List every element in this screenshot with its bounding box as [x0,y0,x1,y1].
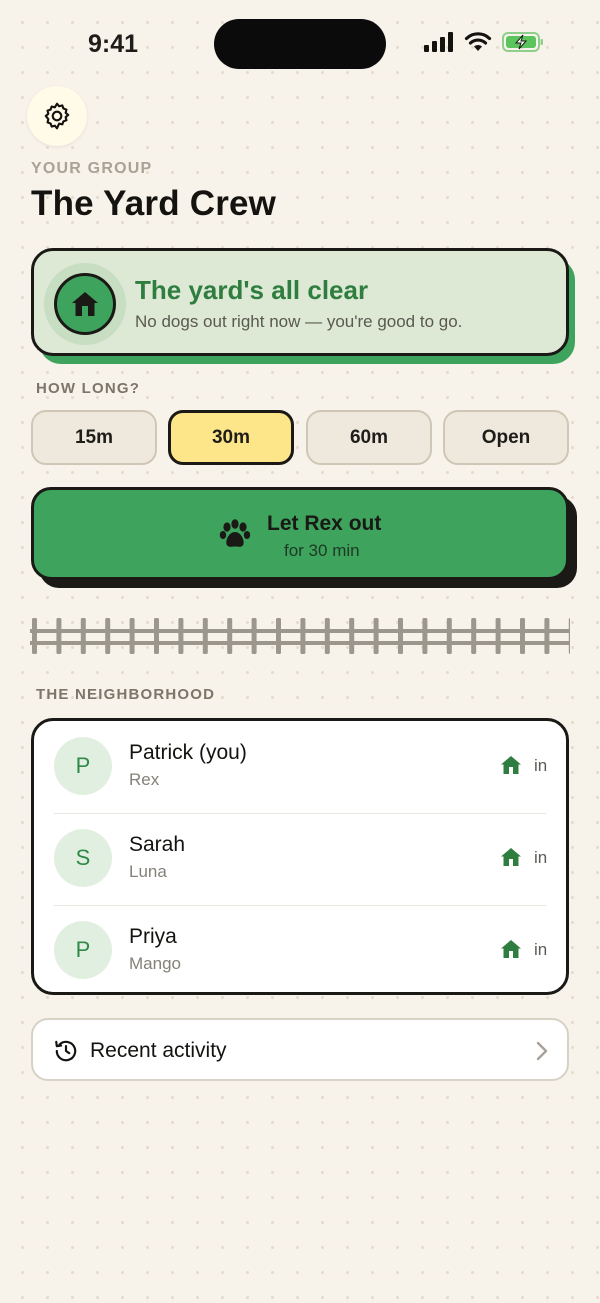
fence-picket [568,618,570,654]
status-subtitle: No dogs out right now — you're good to g… [135,312,463,331]
member-status: in [534,756,548,775]
avatar: P [54,737,112,795]
paw-icon [219,519,251,547]
neighborhood-list: P Patrick (you) Rex in S Sarah Luna in P… [31,718,569,995]
member-status: in [534,940,548,959]
fence-picket [398,618,403,654]
pet-name: Rex [129,770,160,789]
neighborhood-label: THE NEIGHBORHOOD [36,686,216,703]
house-icon [501,756,521,774]
fence-picket [105,618,111,654]
fence-picket [80,618,86,654]
pet-name: Luna [129,862,167,881]
fence-picket [300,618,306,654]
fence-picket [471,618,477,654]
cta-subtitle: for 30 min [284,541,360,560]
recent-activity-button[interactable]: Recent activity [31,1018,569,1081]
fence-picket [202,618,208,654]
list-item[interactable]: P Priya Mango in [34,905,566,992]
fence-picket [276,618,281,654]
signal-icon [424,32,453,52]
duration-option-15m[interactable]: 15m [31,410,157,465]
fence-picket [349,618,355,654]
status-title: The yard's all clear [135,275,369,305]
fence-picket [544,618,550,654]
group-title: The Yard Crew [31,184,277,223]
duration-option-open[interactable]: Open [443,410,569,465]
wifi-icon [464,32,492,51]
fence-picket [56,618,62,654]
house-icon [501,940,521,958]
member-name: Sarah [129,833,186,856]
fence-picket [32,618,37,654]
status-time: 9:41 [88,30,139,58]
house-icon [501,848,521,866]
let-dog-out-button[interactable]: Let Rex out for 30 min [31,487,569,580]
chevron-right-icon [536,1041,548,1061]
avatar: S [54,829,112,887]
fence-rail [30,641,570,645]
group-label: YOUR GROUP [31,160,153,177]
recent-activity-label: Recent activity [90,1039,227,1062]
fence-picket [227,618,233,654]
gear-icon [44,102,70,130]
status-icons [424,32,544,52]
member-name: Priya [129,925,177,948]
fence-rail [30,629,570,633]
yard-status-card: The yard's all clear No dogs out right n… [31,248,569,356]
fence-picket [129,618,135,654]
fence-divider [30,618,570,654]
duration-option-30m[interactable]: 30m [168,410,294,465]
fence-picket [324,618,330,654]
battery-icon [502,32,543,52]
fence-picket [446,618,452,654]
history-icon [55,1040,77,1062]
fence-picket [373,618,379,654]
avatar: P [54,921,112,979]
duration-label: HOW LONG? [36,380,141,397]
dynamic-island [214,19,386,69]
fence-picket [495,618,501,654]
fence-picket [422,618,428,654]
fence-picket [251,618,257,654]
list-item[interactable]: P Patrick (you) Rex in [34,721,566,813]
fence-picket [178,618,184,654]
settings-button[interactable] [27,86,87,146]
member-name: Patrick (you) [129,741,247,764]
cta-title: Let Rex out [267,512,382,535]
pet-name: Mango [129,954,181,973]
list-item[interactable]: S Sarah Luna in [34,813,566,905]
duration-option-60m[interactable]: 60m [306,410,432,465]
fence-picket [520,618,525,654]
fence-picket [154,618,159,654]
house-icon [72,292,98,316]
status-bar: 9:41 [0,0,600,90]
status-icon-badge [54,273,116,335]
member-status: in [534,848,548,867]
